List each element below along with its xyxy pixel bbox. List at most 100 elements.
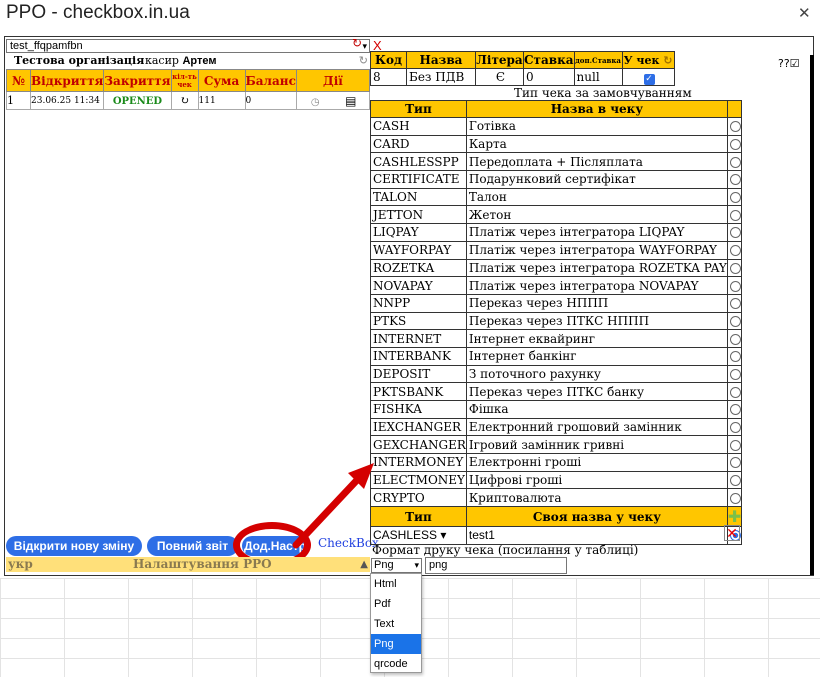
payment-type-name: Фішка <box>465 400 728 419</box>
language-label[interactable]: укр <box>8 557 33 572</box>
payment-type-name: З поточного рахунку <box>465 364 728 384</box>
shift-number: 1 <box>6 91 31 110</box>
payment-type-radio[interactable] <box>730 262 741 274</box>
payment-type-radio[interactable] <box>730 280 741 292</box>
table-row: INTERMONEY Електронні гроші <box>370 453 743 472</box>
payment-type-code: JETTON <box>370 205 467 225</box>
table-row: WAYFORPAY Платіж через інтегратора WAYFOR… <box>370 240 743 260</box>
payment-type-radio[interactable] <box>730 227 741 239</box>
workspace-select[interactable]: test_ffqpamfbn ▾ <box>6 39 370 53</box>
payment-type-name: Платіж через інтегратора ROZETKA PAY <box>465 258 728 278</box>
payment-type-name: Жетон <box>465 205 728 225</box>
own-name-value[interactable]: test1 <box>465 526 728 545</box>
format-option-html[interactable]: Html <box>371 574 421 594</box>
payment-type-name: Криптовалюта <box>465 488 728 508</box>
payment-type-code: INTERBANK <box>370 346 467 366</box>
payment-type-radio[interactable] <box>730 492 741 504</box>
payment-type-radio[interactable] <box>730 475 741 487</box>
col-sum: Сума <box>197 69 246 92</box>
table-row: 1 23.06.25 11:34 OPENED ↻ 111 0 ◷ ▤ <box>6 91 371 110</box>
organization-name: Тестова організація <box>14 54 145 67</box>
clock-icon[interactable]: ◷ <box>311 97 320 108</box>
triangle-up-icon[interactable]: ▲ <box>360 557 368 572</box>
open-shift-button[interactable]: Відкрити нову зміну <box>6 536 142 556</box>
add-icon[interactable]: ✚ <box>728 507 741 526</box>
payment-type-code: ROZETKA <box>370 258 467 278</box>
table-row: GEXCHANGER Ігровий замінник гривні <box>370 435 743 455</box>
payment-type-code: PKTSBANK <box>370 382 467 401</box>
payment-type-name: Інтернет банкінг <box>465 346 728 366</box>
payment-type-radio[interactable] <box>730 298 741 310</box>
payment-type-code: IEXCHANGER <box>370 417 467 437</box>
delete-icon[interactable]: ✕ <box>724 525 740 541</box>
payment-type-name: Платіж через інтегратора NOVAPAY <box>465 276 728 295</box>
payment-type-radio[interactable] <box>730 368 741 380</box>
payment-type-radio[interactable] <box>730 315 741 327</box>
payment-type-code: INTERMONEY <box>370 453 467 472</box>
payment-type-name: Інтернет еквайринг <box>465 329 728 348</box>
table-row: CASHLESSPP Передоплата + Післяплата <box>370 152 743 172</box>
payment-type-radio[interactable] <box>730 174 741 186</box>
table-row: DEPOSIT З поточного рахунку <box>370 364 743 384</box>
payment-type-radio[interactable] <box>730 439 741 451</box>
question-checkbox[interactable]: ??☑ <box>778 57 800 70</box>
format-option-pdf[interactable]: Pdf <box>371 594 421 614</box>
format-select[interactable]: Png ▾ <box>371 558 422 573</box>
payment-type-radio[interactable] <box>730 422 741 434</box>
shift-balance: 0 <box>244 91 297 110</box>
table-row: JETTON Жетон <box>370 205 743 225</box>
refresh-count-icon[interactable]: ↻ <box>170 91 199 110</box>
payment-type-radio[interactable] <box>730 245 741 257</box>
tax-table: Код Назва Літера Ставка доп.Ставка У чек… <box>370 51 675 86</box>
refresh-icon[interactable]: ↻ <box>359 54 368 68</box>
table-row: INTERNET Інтернет еквайринг <box>370 329 743 348</box>
table-row: CARD Карта <box>370 134 743 154</box>
format-option-text[interactable]: Text <box>371 614 421 634</box>
format-input[interactable]: png <box>425 557 567 574</box>
payment-type-radio[interactable] <box>730 139 741 151</box>
payment-type-code: PTKS <box>370 311 467 331</box>
workspace-value: test_ffqpamfbn <box>10 40 83 52</box>
table-row: FISHKA Фішка <box>370 400 743 419</box>
shift-sum: 111 <box>197 91 246 110</box>
col-closed: Закриття <box>103 69 172 92</box>
chevron-down-icon: ▾ <box>362 41 367 51</box>
payment-type-name: Цифрові гроші <box>465 470 728 490</box>
col-count: кіл-ть чек <box>170 69 199 92</box>
in-receipt-checkbox[interactable]: ✓ <box>643 73 655 85</box>
payment-type-name: Електронний грошовий замінник <box>465 417 728 437</box>
table-row: NOVAPAY Платіж через інтегратора NOVAPAY <box>370 276 743 295</box>
document-icon[interactable]: ▤ <box>345 94 356 108</box>
payment-type-radio[interactable] <box>730 156 741 168</box>
payment-type-radio[interactable] <box>730 121 741 133</box>
col-name: Назва <box>406 51 476 69</box>
scrollbar[interactable] <box>810 55 814 575</box>
close-icon[interactable]: ✕ <box>798 4 811 22</box>
payment-type-code: CERTIFICATE <box>370 170 467 189</box>
full-report-button[interactable]: Повний звіт <box>147 536 238 556</box>
payment-type-radio[interactable] <box>730 351 741 363</box>
payment-type-name: Переказ через ПТКС банку <box>465 382 728 401</box>
col-in-receipt: У чек ↻ <box>621 51 675 69</box>
payment-type-radio[interactable] <box>730 333 741 345</box>
own-type-select[interactable]: CASHLESS ▾ <box>370 526 467 545</box>
payment-type-code: NNPP <box>370 293 467 313</box>
payment-type-code: CRYPTO <box>370 488 467 508</box>
tax-code: 8 <box>370 68 407 86</box>
payment-type-radio[interactable] <box>730 192 741 204</box>
payment-type-code: FISHKA <box>370 400 467 419</box>
payment-type-code: TALON <box>370 187 467 207</box>
col-code: Код <box>370 51 407 69</box>
table-row: PKTSBANK Переказ через ПТКС банку <box>370 382 743 401</box>
payment-type-radio[interactable] <box>730 209 741 221</box>
payment-type-radio[interactable] <box>730 457 741 469</box>
table-row: INTERBANK Інтернет банкінг <box>370 346 743 366</box>
actions-refresh-icon[interactable]: ↻ <box>352 36 362 50</box>
format-option-png[interactable]: Png <box>371 634 421 654</box>
payment-type-radio[interactable] <box>730 386 741 398</box>
payment-type-radio[interactable] <box>730 404 741 416</box>
table-row: CASH Готівка <box>370 117 743 136</box>
col-actions: Дії <box>295 69 371 92</box>
format-label: Формат друку чека (посилання у таблиці) <box>372 543 639 557</box>
format-option-qrcode[interactable]: qrcode <box>371 654 421 674</box>
